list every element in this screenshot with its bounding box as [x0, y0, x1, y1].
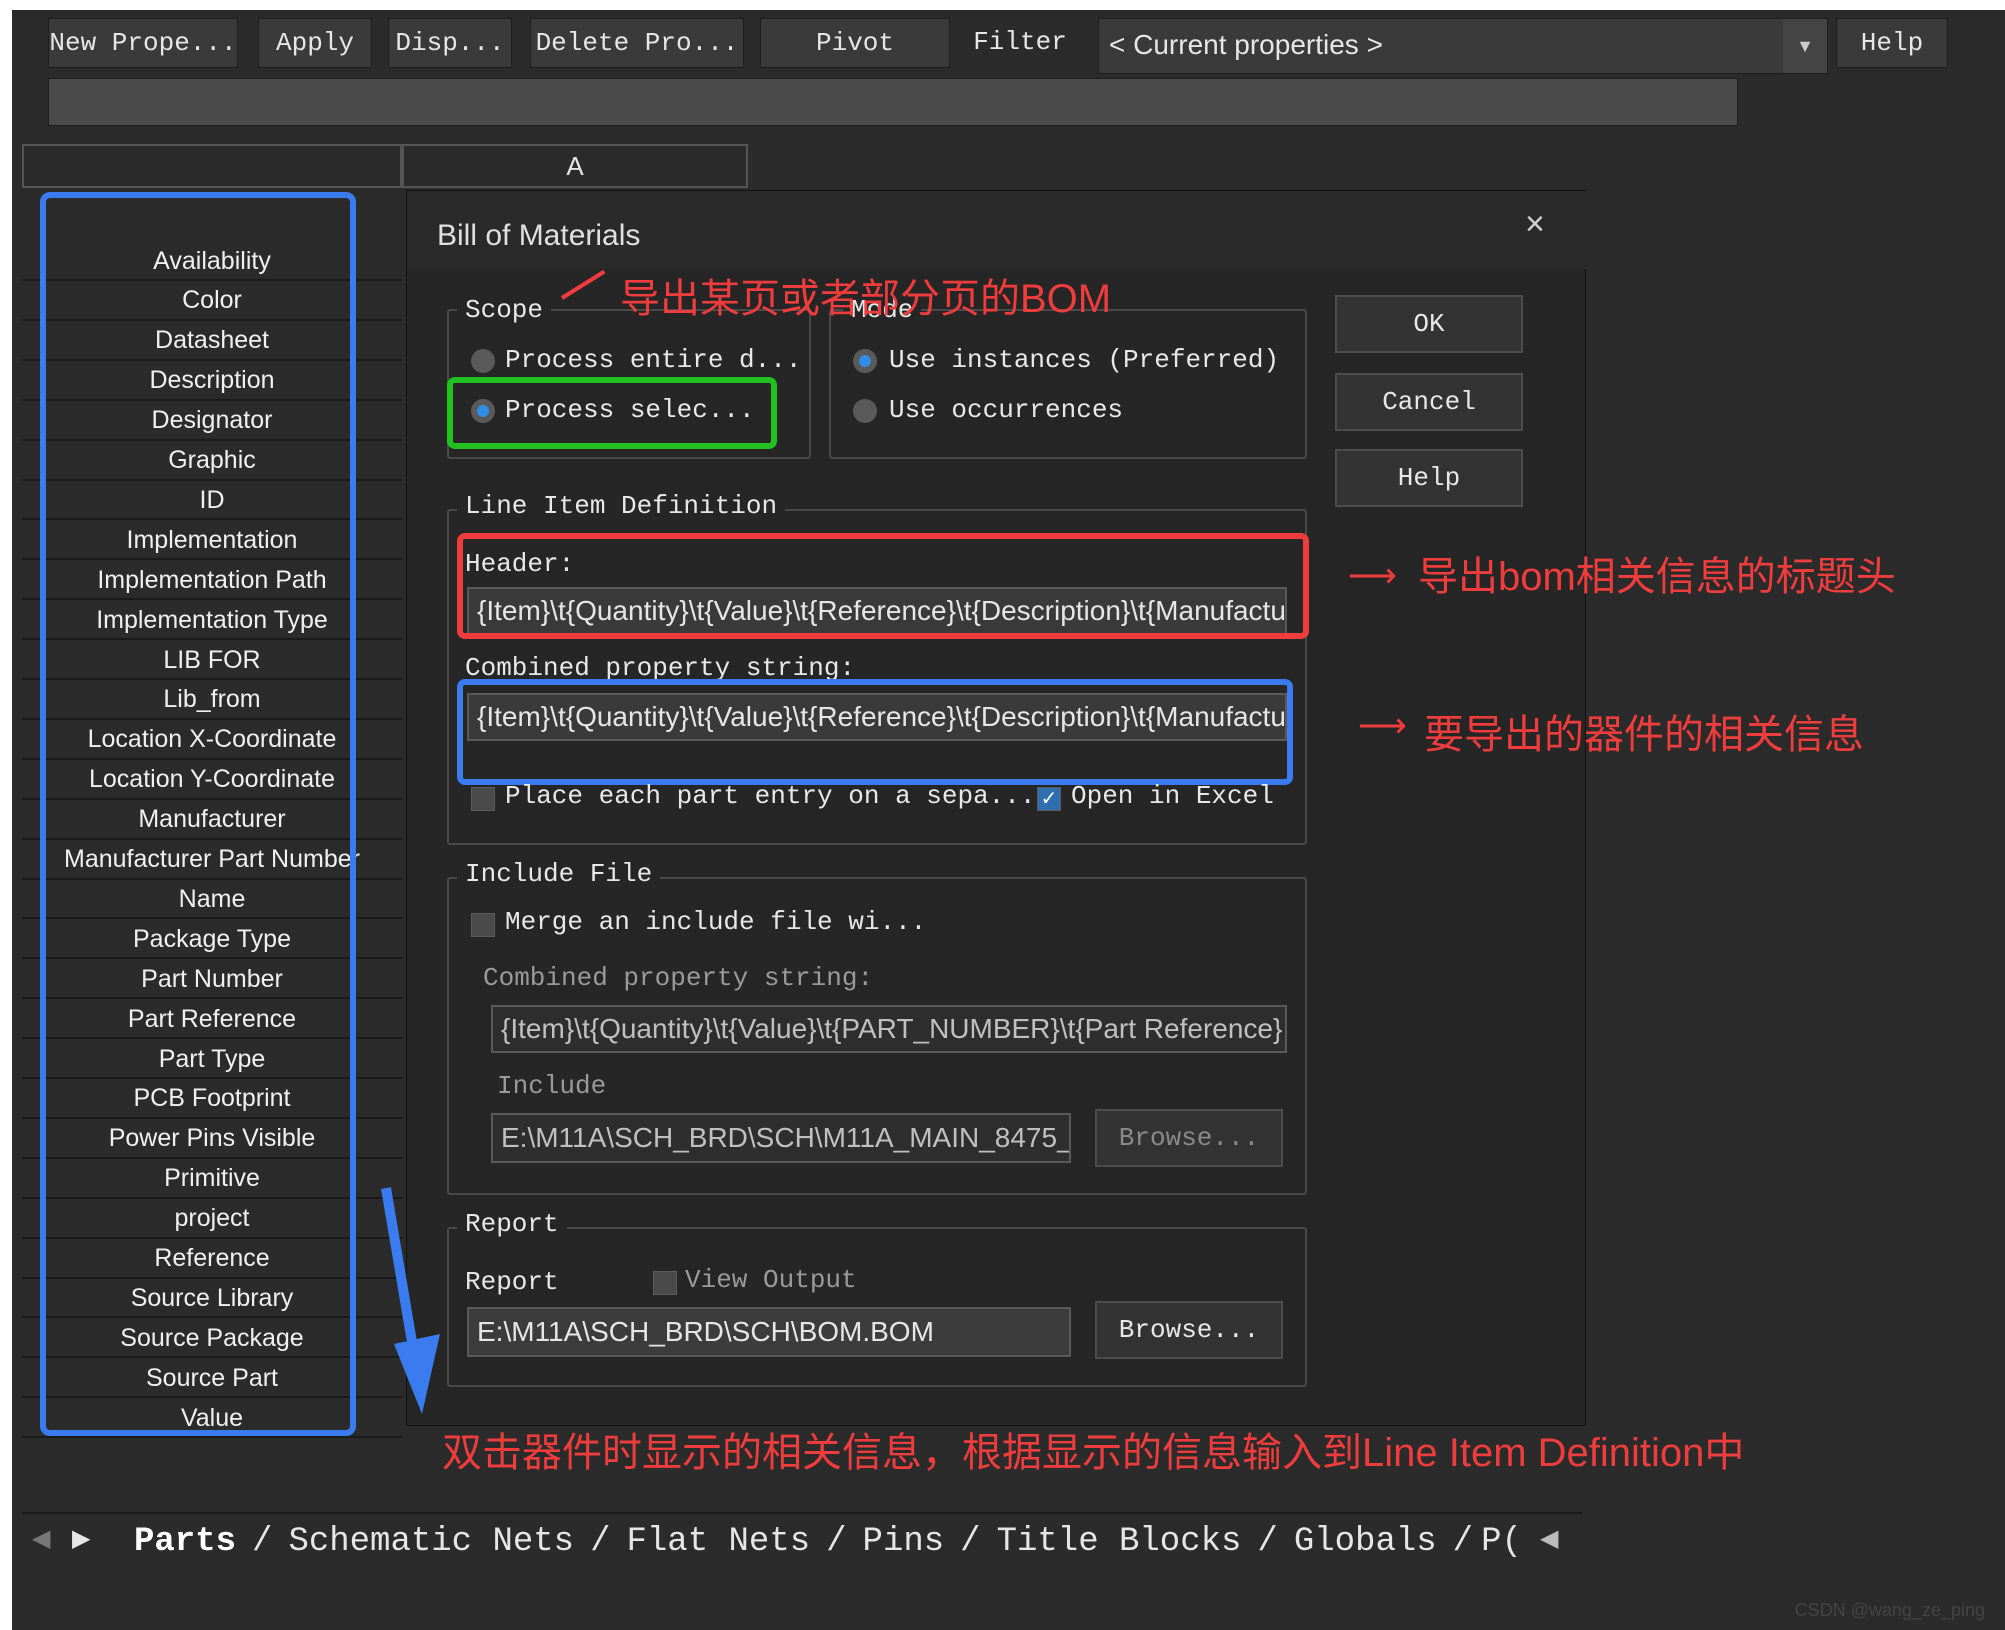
delete-property-button[interactable]: Delete Pro...	[530, 18, 744, 68]
scope-selection-highlight	[447, 377, 777, 449]
dialog-title: Bill of Materials	[437, 219, 641, 252]
place-each-label[interactable]: Place each part entry on a sepa...	[505, 781, 1036, 811]
chevron-down-icon[interactable]: ▼	[1783, 19, 1827, 73]
bottom-annotation: 双击器件时显示的相关信息，根据显示的信息输入到Line Item Definit…	[442, 1431, 1745, 1475]
bom-dialog: Bill of Materials × Scope Process entire…	[406, 190, 1587, 1426]
header-arrow-icon: ⟶	[1348, 557, 1397, 595]
display-button[interactable]: Disp...	[388, 18, 512, 68]
view-output-label[interactable]: View Output	[685, 1265, 857, 1295]
open-in-excel-checkbox[interactable]: ✓	[1037, 787, 1061, 811]
use-instances-label[interactable]: Use instances (Preferred)	[889, 345, 1279, 375]
process-entire-label[interactable]: Process entire d...	[505, 345, 801, 375]
watermark: CSDN @wang_ze_ping	[1794, 1600, 1985, 1620]
line-item-label: Line Item Definition	[457, 491, 786, 521]
combined-arrow-icon: ⟶	[1358, 707, 1407, 745]
include-file-path-label: Include	[497, 1071, 607, 1101]
radio-use-occurrences[interactable]	[853, 399, 877, 423]
scope-label: Scope	[457, 295, 552, 325]
tab-separator: /	[1257, 1523, 1278, 1561]
tab-globals[interactable]: Globals	[1278, 1523, 1453, 1561]
tab-scroll-right-icon[interactable]: ▶	[72, 1524, 90, 1553]
new-property-button[interactable]: New Prope...	[48, 18, 238, 68]
report-file-field[interactable]: E:\M11A\SCH_BRD\SCH\BOM.BOM	[467, 1307, 1071, 1357]
tab-scrollbar-left-icon[interactable]: ◀	[1540, 1524, 1558, 1553]
tab-separator: /	[252, 1523, 273, 1561]
sheet-tab-strip: ◀ ▶ Parts / Schematic Nets / Flat Nets / Pi…	[22, 1512, 1582, 1568]
include-combined-field[interactable]: {Item}\t{Quantity}\t{Value}\t{PART_NUMBE…	[491, 1005, 1287, 1053]
tab-separator: /	[826, 1523, 847, 1561]
filter-dropdown-value: < Current properties >	[1109, 29, 1383, 60]
tab-overflow[interactable]: P(	[1473, 1523, 1530, 1561]
apply-button[interactable]: Apply	[258, 18, 372, 68]
report-group-label: Report	[457, 1209, 567, 1239]
open-in-excel-label[interactable]: Open in Excel	[1071, 781, 1274, 811]
tab-title-blocks[interactable]: Title Blocks	[981, 1523, 1258, 1561]
close-icon[interactable]: ×	[1525, 205, 1545, 244]
combined-property-highlight	[457, 679, 1293, 785]
report-file-label: Report	[465, 1267, 559, 1297]
toolbar-help-button[interactable]: Help	[1836, 18, 1948, 68]
tab-parts[interactable]: Parts	[118, 1523, 252, 1561]
tab-separator: /	[960, 1523, 981, 1561]
filter-label-text: Filter	[973, 27, 1067, 57]
merge-include-label[interactable]: Merge an include file wi...	[505, 907, 926, 937]
tab-pins[interactable]: Pins	[847, 1523, 961, 1561]
radio-use-instances[interactable]	[853, 349, 877, 373]
filter-label: Filter	[960, 22, 1080, 62]
horizontal-scrollbar[interactable]	[1600, 1520, 1990, 1560]
property-list-highlight	[40, 192, 356, 1436]
include-combined-label: Combined property string:	[483, 963, 874, 993]
blue-arrow-icon	[381, 1187, 440, 1414]
formula-bar[interactable]	[48, 78, 1738, 126]
tab-schematic-nets[interactable]: Schematic Nets	[272, 1523, 590, 1561]
pivot-button[interactable]: Pivot	[760, 18, 950, 68]
view-output-checkbox[interactable]	[653, 1271, 677, 1295]
include-browse-button[interactable]: Browse...	[1095, 1109, 1283, 1167]
tab-list: Parts / Schematic Nets / Flat Nets / Pins / …	[118, 1518, 1538, 1566]
combined-annotation: 要导出的器件的相关信息	[1424, 713, 1864, 757]
merge-include-checkbox[interactable]	[471, 913, 495, 937]
scope-annotation: 导出某页或者部分页的BOM	[620, 277, 1112, 321]
mode-group	[829, 309, 1307, 459]
header-annotation: 导出bom相关信息的标题头	[1418, 555, 1896, 599]
row-header-corner	[22, 144, 402, 188]
ok-button[interactable]: OK	[1335, 295, 1523, 353]
place-each-checkbox[interactable]	[471, 787, 495, 811]
use-occurrences-label[interactable]: Use occurrences	[889, 395, 1123, 425]
tab-flat-nets[interactable]: Flat Nets	[611, 1523, 827, 1561]
radio-process-entire[interactable]	[471, 349, 495, 373]
header-highlight	[457, 533, 1309, 639]
column-a-header[interactable]: A	[402, 144, 748, 188]
include-file-label: Include File	[457, 859, 661, 889]
report-browse-button[interactable]: Browse...	[1095, 1301, 1283, 1359]
cancel-button[interactable]: Cancel	[1335, 373, 1523, 431]
tab-scroll-left-icon[interactable]: ◀	[32, 1524, 50, 1553]
dialog-help-button[interactable]: Help	[1335, 449, 1523, 507]
filter-dropdown[interactable]: < Current properties > ▼	[1098, 18, 1828, 74]
tab-separator: /	[1452, 1523, 1474, 1561]
include-file-path-field[interactable]: E:\M11A\SCH_BRD\SCH\M11A_MAIN_8475_	[491, 1113, 1071, 1163]
tab-separator: /	[590, 1523, 611, 1561]
